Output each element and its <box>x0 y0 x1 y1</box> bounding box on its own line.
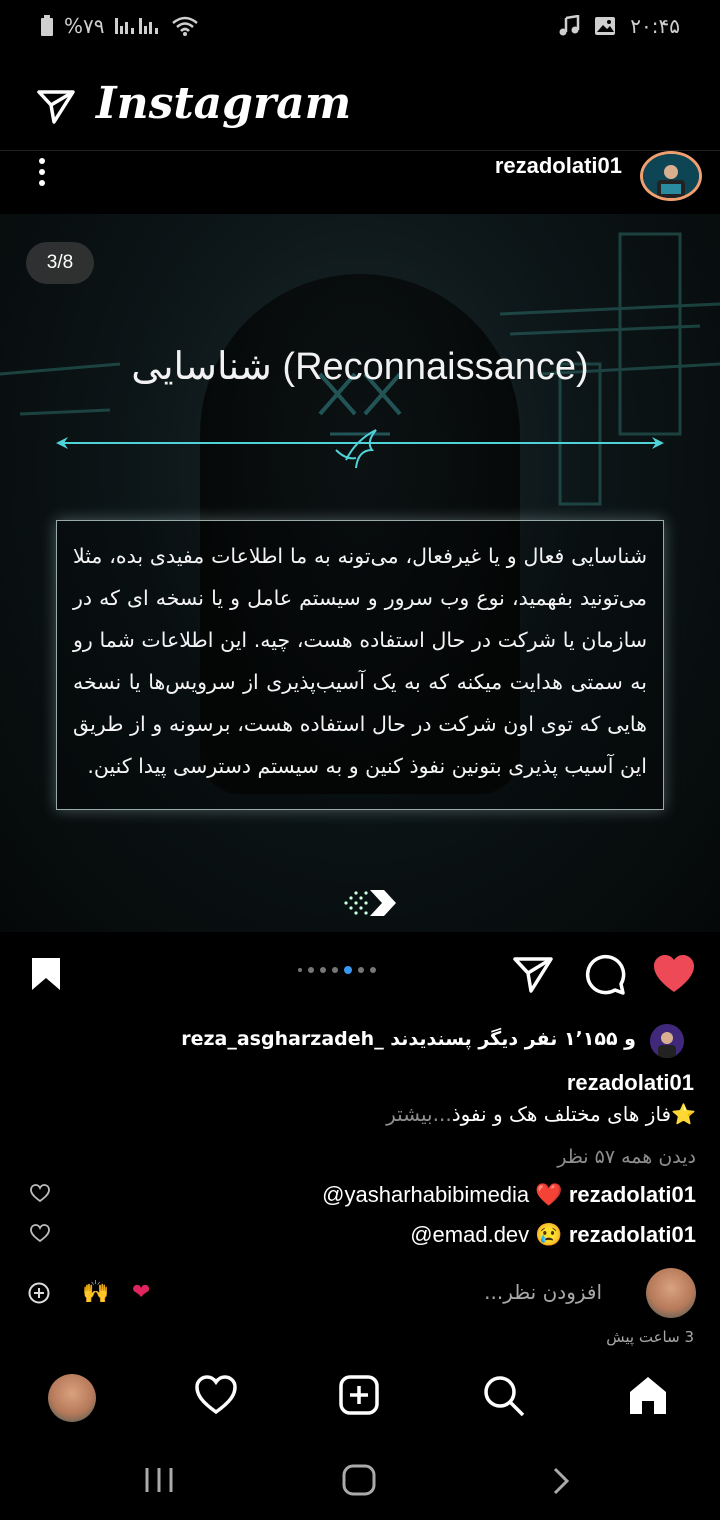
carousel-indicator <box>298 966 376 974</box>
caption-more-link[interactable]: ...بیشتر <box>386 1102 452 1126</box>
status-left: %۷۹ <box>40 14 199 38</box>
battery-level: %۷۹ <box>64 14 105 38</box>
bottom-navigation <box>0 1366 720 1432</box>
like-heart-icon[interactable] <box>652 954 696 994</box>
search-icon[interactable] <box>482 1374 526 1418</box>
bookmark-icon[interactable] <box>30 956 62 992</box>
carousel-dot <box>358 967 364 973</box>
caption-username[interactable]: rezadolati01 <box>567 1070 694 1096</box>
view-all-comments-link[interactable]: دیدن همه ۵۷ نظر <box>557 1146 696 1168</box>
current-user-avatar <box>646 1268 696 1318</box>
likes-text: و ۱٬۱۵۵ نفر دیگر پسندیدند _reza_asgharza… <box>181 1028 636 1050</box>
create-post-icon[interactable] <box>338 1374 380 1416</box>
comment-like-icon[interactable] <box>30 1224 50 1242</box>
system-navigation <box>0 1440 720 1520</box>
liker-avatar <box>650 1024 684 1058</box>
caption-body: ⭐فاز های مختلف هک و نفوذ <box>451 1102 696 1126</box>
comment-like-icon[interactable] <box>30 1184 50 1202</box>
app-logo: Instagram <box>96 78 352 129</box>
comment-icon[interactable] <box>584 954 626 996</box>
app-header: Instagram <box>0 56 720 156</box>
slide-text-box: شناسایی فعال و یا غیرفعال، می‌تونه به ما… <box>56 520 664 810</box>
quick-emoji-raised-hands[interactable]: 🙌 <box>82 1280 109 1305</box>
likes-summary[interactable]: و ۱٬۱۵۵ نفر دیگر پسندیدند _reza_asgharza… <box>24 1022 684 1062</box>
carousel-dot-active <box>344 966 352 974</box>
back-icon[interactable] <box>550 1466 572 1496</box>
comment-text[interactable]: @yasharhabibimedia <box>322 1182 529 1207</box>
post-author-avatar[interactable] <box>640 151 702 201</box>
slide-title: شناسایی (Reconnaissance) <box>131 346 589 388</box>
battery-icon <box>41 15 53 36</box>
comment-text[interactable]: @emad.dev <box>410 1222 529 1247</box>
comment-emoji: 😢 <box>535 1222 563 1247</box>
caption-text: ⭐فاز های مختلف هک و نفوذ...بیشتر <box>386 1102 696 1126</box>
carousel-dot <box>332 967 338 973</box>
status-time: ۲۰:۴۵ <box>630 14 680 38</box>
post-action-bar <box>0 938 720 1008</box>
slide-counter: 3/8 <box>26 242 94 284</box>
more-options-icon[interactable] <box>36 155 48 189</box>
ornament-divider <box>56 429 664 469</box>
carousel-dot <box>308 967 314 973</box>
post-username[interactable]: rezadolati01 <box>495 153 622 179</box>
music-icon <box>559 15 580 36</box>
carousel-dot <box>370 967 376 973</box>
home-button-icon[interactable] <box>342 1464 376 1496</box>
activity-heart-icon[interactable] <box>194 1374 238 1416</box>
recent-apps-icon[interactable] <box>144 1466 174 1494</box>
comment-emoji: ❤️ <box>535 1182 563 1207</box>
comment-item: @yasharhabibimedia ❤️ rezadolati01 <box>322 1182 696 1208</box>
direct-message-icon[interactable] <box>36 86 76 126</box>
slide-body-text: شناسایی فعال و یا غیرفعال، می‌تونه به ما… <box>73 544 647 778</box>
add-comment-row: 🙌 ❤ افزودن نظر... <box>0 1268 720 1320</box>
carousel-dot <box>320 967 326 973</box>
post-timestamp: 3 ساعت پیش <box>606 1328 694 1346</box>
status-right: ۲۰:۴۵ <box>558 14 680 38</box>
comment-username[interactable]: rezadolati01 <box>569 1222 696 1247</box>
status-bar: %۷۹ ۲۰:۴۵ <box>0 0 720 56</box>
home-icon[interactable] <box>626 1374 670 1416</box>
share-icon[interactable] <box>512 954 554 994</box>
gallery-icon <box>595 17 616 35</box>
add-comment-input[interactable]: افزودن نظر... <box>484 1280 602 1304</box>
signal-icon <box>114 18 158 34</box>
comment-item: @emad.dev 😢 rezadolati01 <box>410 1222 696 1248</box>
post-carousel-slide[interactable]: 3/8 شناسایی (Reconnaissance) شناسایی فعا… <box>0 214 720 932</box>
quick-emoji-heart[interactable]: ❤ <box>132 1280 150 1305</box>
comment-username[interactable]: rezadolati01 <box>569 1182 696 1207</box>
next-arrow-icon <box>344 890 396 916</box>
post-header: rezadolati01 <box>0 150 720 213</box>
profile-tab-avatar[interactable] <box>48 1374 96 1422</box>
carousel-dot <box>298 968 302 972</box>
wifi-icon <box>171 16 198 36</box>
add-emoji-plus-icon[interactable] <box>28 1282 50 1304</box>
